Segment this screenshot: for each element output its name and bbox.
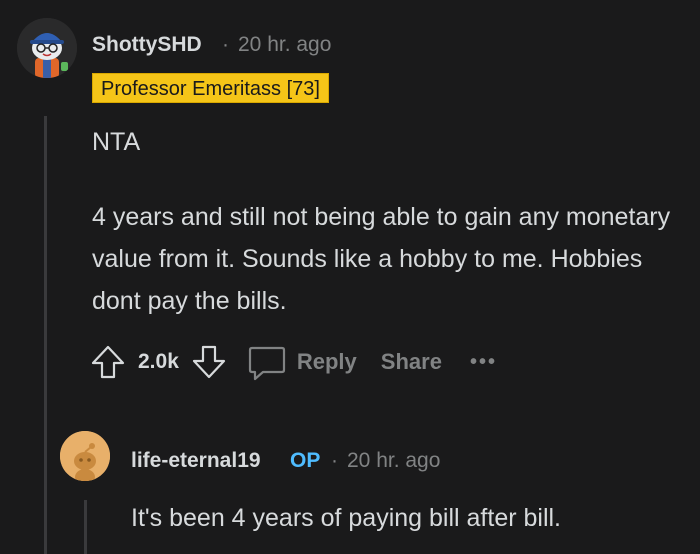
user-avatar[interactable] — [17, 18, 77, 78]
vote-score: 2.0k — [138, 350, 179, 373]
reply-author[interactable]: life-eternal19 — [131, 449, 261, 473]
reply-button[interactable]: Reply — [247, 342, 357, 382]
snoo-avatar-icon — [17, 18, 77, 78]
comment-thread: ShottySHD · 20 hr. ago Professor Emerita… — [0, 0, 700, 554]
comment-action-bar: 2.0k Reply Share ••• — [88, 340, 497, 384]
thread-line[interactable] — [84, 500, 87, 554]
thread-line[interactable] — [44, 116, 47, 554]
comment-timestamp[interactable]: 20 hr. ago — [238, 33, 331, 57]
downvote-icon[interactable] — [189, 342, 229, 382]
comment-paragraph: NTA — [92, 128, 141, 156]
user-flair: Professor Emeritass [73] — [92, 73, 329, 103]
share-button[interactable]: Share — [381, 349, 442, 375]
meta-separator: · — [222, 33, 229, 56]
reply-user-avatar[interactable] — [60, 431, 110, 481]
comment-bubble-icon — [248, 346, 285, 381]
comment-paragraph: 4 years and still not being able to gain… — [92, 203, 671, 315]
upvote-icon[interactable] — [88, 342, 128, 382]
comment-author[interactable]: ShottySHD — [92, 33, 202, 57]
reply-paragraph: It's been 4 years of paying bill after b… — [131, 504, 562, 532]
op-badge: OP — [290, 449, 321, 472]
snoo-avatar-icon — [60, 431, 110, 481]
reply-timestamp[interactable]: 20 hr. ago — [347, 449, 440, 473]
reply-label: Reply — [296, 349, 357, 374]
more-options-button[interactable]: ••• — [470, 351, 497, 374]
meta-separator: · — [331, 449, 338, 472]
